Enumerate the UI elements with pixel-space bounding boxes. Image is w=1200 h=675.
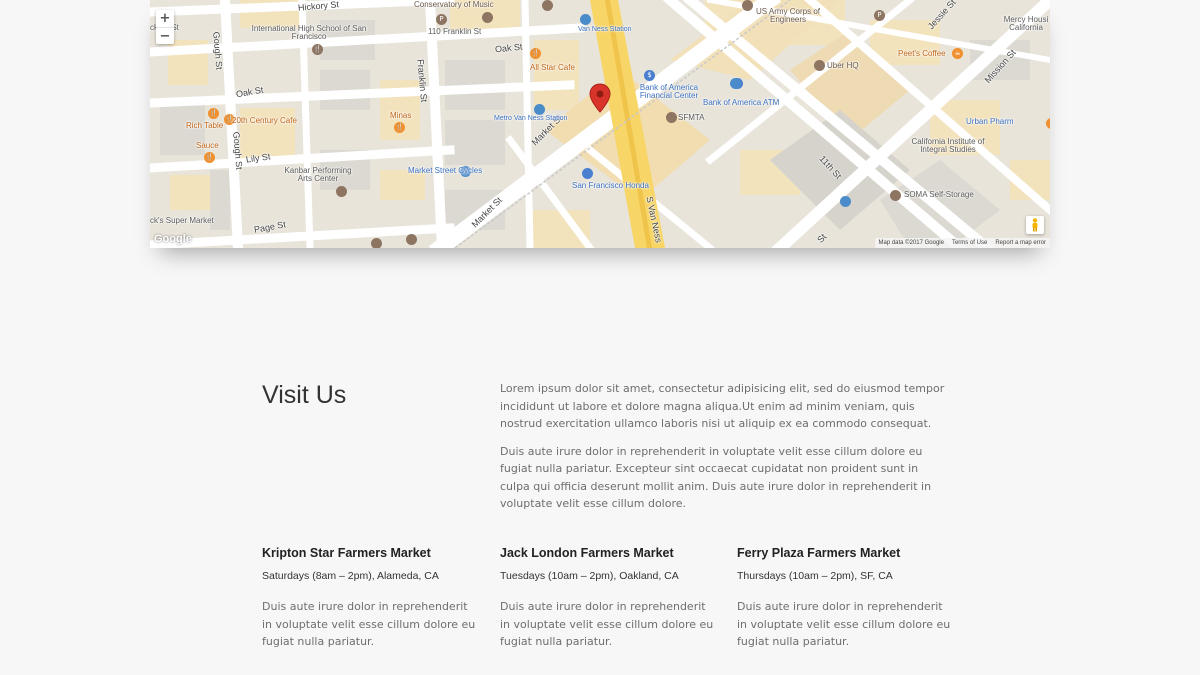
market-name: Jack London Farmers Market	[500, 546, 674, 560]
transit-icon[interactable]	[534, 104, 545, 115]
restaurant-icon[interactable]: 🍴	[312, 44, 323, 55]
place-label: SOMA Self-Storage	[904, 190, 974, 199]
bank-icon[interactable]: $	[644, 70, 655, 81]
place-label: San Francisco Honda	[572, 181, 649, 190]
market-hours: Thursdays (10am – 2pm), SF, CA	[737, 570, 893, 582]
place-label: SFMTA	[678, 113, 705, 122]
map-embed[interactable]: 🍴 P P ☕ 🍴 $ $ 🍴 🍴 🍴 🍴 Hickory St Oak St …	[150, 0, 1050, 248]
restaurant-icon[interactable]: 🍴	[208, 108, 219, 119]
market-card: Kripton Star Farmers Market Saturdays (8…	[262, 546, 477, 651]
place-label: US Army Corps of Engineers	[755, 7, 820, 25]
place-icon[interactable]	[666, 112, 677, 123]
report-map-error-link[interactable]: Report a map error	[995, 240, 1046, 246]
place-icon[interactable]	[371, 238, 382, 248]
place-label: Sauce	[196, 141, 219, 150]
place-label: Bank of America ATM	[703, 98, 780, 107]
market-name: Ferry Plaza Farmers Market	[737, 546, 901, 560]
map-attribution: Map data ©2017 Google Terms of Use Repor…	[874, 238, 1050, 248]
cafe-icon[interactable]: ☕	[952, 48, 963, 59]
google-logo[interactable]: Google	[154, 233, 192, 245]
place-icon[interactable]	[336, 186, 347, 197]
restaurant-icon[interactable]: 🍴	[394, 122, 405, 133]
place-icon[interactable]	[542, 0, 553, 11]
place-label: Market Street Cycles	[408, 166, 483, 175]
market-hours: Tuesdays (10am – 2pm), Oakland, CA	[500, 570, 679, 582]
place-icon[interactable]	[742, 0, 753, 11]
parking-icon[interactable]: P	[436, 14, 447, 25]
place-icon[interactable]	[582, 168, 593, 179]
restaurant-icon[interactable]: 🍴	[530, 48, 541, 59]
street-label: Gough St	[231, 131, 245, 171]
market-description: Duis aute irure dolor in reprehenderit i…	[262, 600, 476, 648]
page-title: Visit Us	[262, 381, 347, 409]
terms-of-use-link[interactable]: Terms of Use	[952, 240, 987, 246]
transit-icon[interactable]	[580, 14, 591, 25]
restaurant-icon[interactable]: 🍴	[204, 152, 215, 163]
intro-paragraph: Lorem ipsum dolor sit amet, consectetur …	[500, 382, 945, 430]
zoom-control: + −	[156, 10, 174, 44]
place-label: Kanbar Performing Arts Center	[284, 166, 352, 184]
place-label: Conservatory of Music	[414, 0, 494, 9]
street-view-pegman-icon[interactable]	[1026, 216, 1044, 234]
map-data-text: Map data ©2017 Google	[878, 240, 944, 246]
intro-paragraph: Duis aute irure dolor in reprehenderit i…	[500, 444, 932, 511]
place-label: 110 Franklin St	[428, 27, 482, 36]
location-marker-icon[interactable]	[589, 83, 611, 113]
place-label: International High School of San Francis…	[251, 24, 367, 42]
transit-icon[interactable]	[840, 196, 851, 207]
place-label: ck's Super Market	[150, 216, 214, 225]
parking-icon[interactable]: P	[874, 10, 885, 21]
place-icon[interactable]	[406, 234, 417, 245]
place-label: Mercy Housi California	[1003, 15, 1049, 33]
place-label: Uber HQ	[827, 61, 859, 70]
street-label: Gough St	[211, 31, 225, 71]
intro-text: Lorem ipsum dolor sit amet, consectetur …	[500, 380, 945, 513]
place-icon[interactable]	[890, 190, 901, 201]
market-description: Duis aute irure dolor in reprehenderit i…	[737, 600, 951, 648]
place-label: Rich Table	[186, 121, 224, 130]
place-icon[interactable]	[814, 60, 825, 71]
market-hours: Saturdays (8am – 2pm), Alameda, CA	[262, 570, 439, 582]
place-label: 20th Century Cafe	[232, 116, 297, 125]
transit-icon[interactable]	[730, 78, 741, 89]
zoom-in-button[interactable]: +	[156, 10, 174, 27]
place-label: Van Ness Station	[578, 26, 632, 33]
place-label: Bank of America Financial Center	[639, 83, 699, 101]
zoom-out-button[interactable]: −	[156, 27, 174, 44]
place-icon[interactable]	[1046, 118, 1050, 129]
market-card: Ferry Plaza Farmers Market Thursdays (10…	[737, 546, 952, 651]
market-card: Jack London Farmers Market Tuesdays (10a…	[500, 546, 715, 651]
place-label: California Institute of Integral Studies	[911, 137, 985, 155]
place-label: All Star Cafe	[530, 63, 575, 72]
market-name: Kripton Star Farmers Market	[262, 546, 431, 560]
place-label: Minas	[390, 111, 412, 120]
place-icon[interactable]	[482, 12, 493, 23]
place-label: Metro Van Ness Station	[494, 115, 568, 122]
place-label: Peet's Coffee	[898, 49, 946, 58]
place-label: Urban Pharm	[966, 117, 1014, 126]
market-description: Duis aute irure dolor in reprehenderit i…	[500, 600, 714, 648]
